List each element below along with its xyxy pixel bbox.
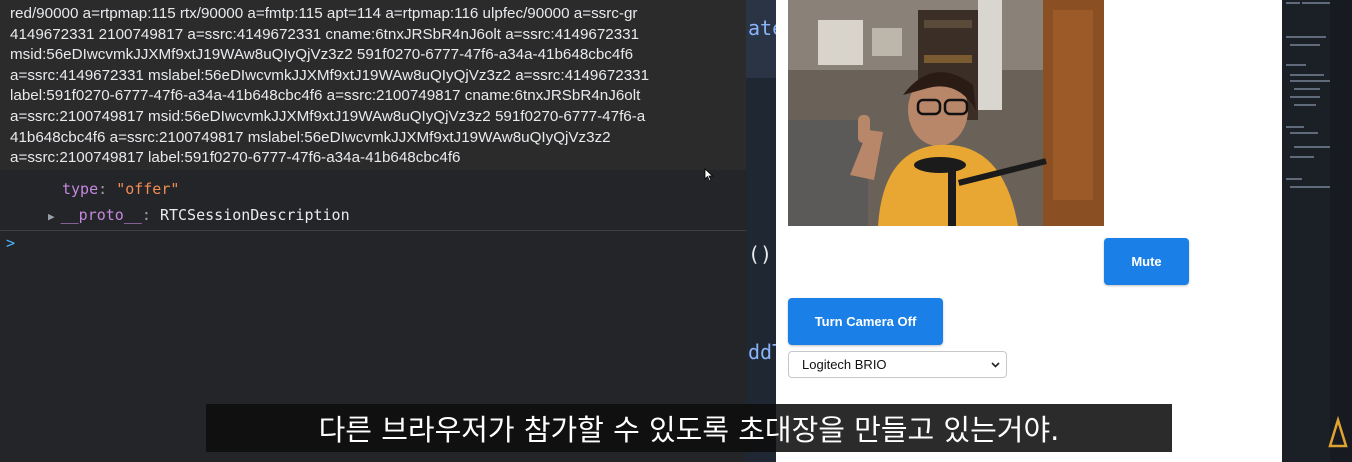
- devtools-console: red/90000 a=rtpmap:115 rtx/90000 a=fmtp:…: [0, 0, 746, 462]
- proto-value: RTCSessionDescription: [159, 206, 350, 224]
- video-subtitle: 다른 브라우저가 참가할 수 있도록 초대장을 만들고 있는거야.: [206, 404, 1172, 452]
- proto-key: __proto__: [60, 206, 142, 224]
- type-property-row: type: "offer": [62, 180, 180, 198]
- type-value: "offer": [116, 180, 180, 198]
- mute-button[interactable]: Mute: [1104, 238, 1189, 285]
- minimap-lines: [1286, 0, 1352, 462]
- sdp-line: red/90000 a=rtpmap:115 rtx/90000 a=fmtp:…: [10, 5, 638, 22]
- mouse-cursor-icon: [704, 168, 714, 182]
- sdp-line: a=ssrc:4149672331 mslabel:56eDIwcvmkJJXM…: [10, 66, 650, 84]
- sdp-line: msid:56eDIwcvmkJJXMf9xtJ19WAw8uQIyQjVz3z…: [10, 46, 634, 64]
- expand-triangle-icon[interactable]: ▶: [48, 210, 55, 223]
- code-editor-strip: [746, 0, 776, 462]
- sdp-line: a=ssrc:2100749817 label:591f0270-6777-47…: [10, 149, 461, 167]
- chevron-down-icon: [991, 362, 1000, 368]
- sdp-line: label:591f0270-6777-47f6-a34a-41b648cbc4…: [10, 87, 641, 105]
- console-prompt[interactable]: >: [6, 234, 15, 252]
- turn-camera-off-button[interactable]: Turn Camera Off: [788, 298, 943, 345]
- sdp-line: 4149672331 2100749817 a=ssrc:4149672331 …: [10, 25, 640, 43]
- camera-select-value: Logitech BRIO: [802, 357, 887, 372]
- console-divider: [0, 230, 746, 231]
- editor-fragment: (): [748, 242, 773, 266]
- proto-property-row[interactable]: ▶ __proto__: RTCSessionDescription: [0, 202, 746, 228]
- camera-feed-image: [788, 0, 1104, 226]
- sdp-line: a=ssrc:2100749817 msid:56eDIwcvmkJJXMf9x…: [10, 107, 646, 125]
- sdp-tooltip: red/90000 a=rtpmap:115 rtx/90000 a=fmtp:…: [0, 0, 746, 170]
- sdp-line: 41b648cbc4f6 a=ssrc:2100749817 mslabel:5…: [10, 128, 611, 146]
- camera-video: [788, 0, 1104, 226]
- editor-minimap: [1282, 0, 1352, 462]
- camera-select[interactable]: Logitech BRIO: [788, 351, 1007, 378]
- type-key: type: [62, 180, 99, 198]
